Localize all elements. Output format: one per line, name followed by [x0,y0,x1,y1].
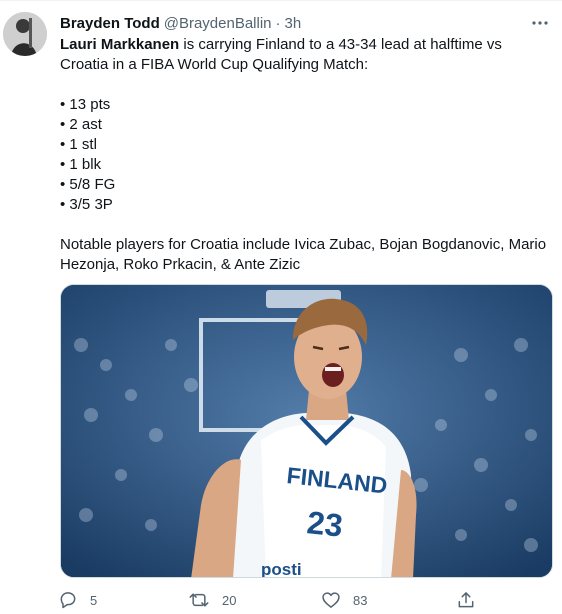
stat-line: • 13 pts [60,96,111,113]
avatar[interactable] [3,12,47,56]
retweet-icon [188,590,210,610]
stat-line: • 5/8 FG [60,176,116,193]
tweet-text: Lauri Markkanen is carrying Finland to a… [60,35,552,275]
more-icon[interactable] [530,13,550,33]
like-icon [321,590,341,610]
like-button[interactable]: 83 [321,590,367,610]
tweet-actions: 5 20 83 [58,589,488,611]
author-name[interactable]: Brayden Todd [60,15,160,32]
retweet-button[interactable]: 20 [188,590,236,610]
stat-line: • 1 stl [60,136,97,153]
like-count: 83 [353,592,368,608]
jersey-sponsor: posti [261,560,302,578]
reply-button[interactable]: 5 [58,590,97,610]
timestamp[interactable]: 3h [285,15,302,32]
mention-player: Lauri Markkanen [60,36,180,53]
player-photo: FINLAND 23 posti [61,285,552,578]
tweet[interactable]: Brayden Todd @BraydenBallin · 3h Lauri M… [0,0,562,614]
share-button[interactable] [456,590,476,610]
stat-line: • 3/5 3P [60,196,113,213]
share-icon [456,590,476,610]
tweet-closing-text: Notable players for Croatia include Ivic… [60,236,547,273]
author-handle[interactable]: @BraydenBallin [164,15,272,32]
stat-line: • 1 blk [60,156,102,173]
reply-icon [58,590,78,610]
tweet-header: Brayden Todd @BraydenBallin · 3h [60,13,550,33]
reply-count: 5 [90,592,98,608]
avatar-image [3,12,47,56]
jersey-number: 23 [305,504,344,544]
retweet-count: 20 [222,592,237,608]
tweet-photo[interactable]: FINLAND 23 posti [60,284,553,578]
separator-dot: · [275,14,281,32]
tweet-lead-paragraph: Lauri Markkanen is carrying Finland to a… [60,35,552,75]
stat-line: • 2 ast [60,116,102,133]
